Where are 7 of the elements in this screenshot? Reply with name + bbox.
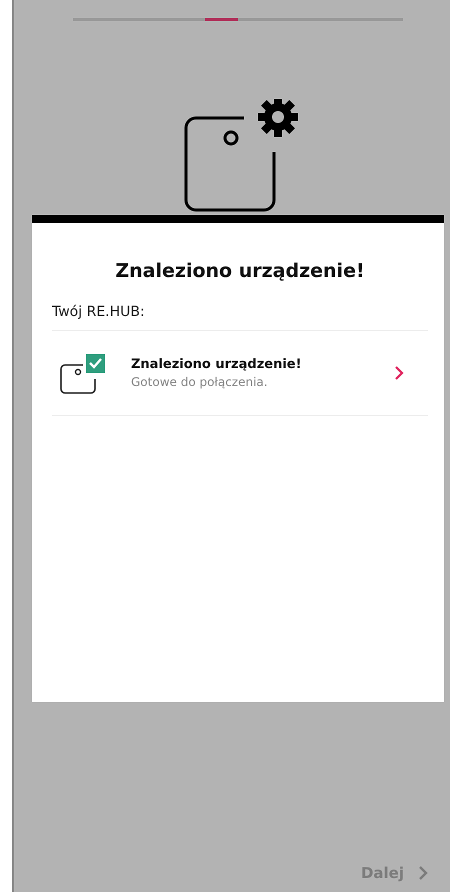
chevron-right-icon	[394, 365, 404, 381]
card-title: Znaleziono urządzenie!	[114, 260, 366, 282]
device-title: Znaleziono urządzenie!	[131, 357, 303, 372]
device-status: Gotowe do połączenia.	[131, 375, 269, 389]
chevron-right-icon	[418, 865, 428, 881]
device-row[interactable]: Znaleziono urządzenie! Gotowe do połączenia.	[52, 331, 428, 416]
section-label: Twój RE.HUB:	[52, 304, 428, 331]
